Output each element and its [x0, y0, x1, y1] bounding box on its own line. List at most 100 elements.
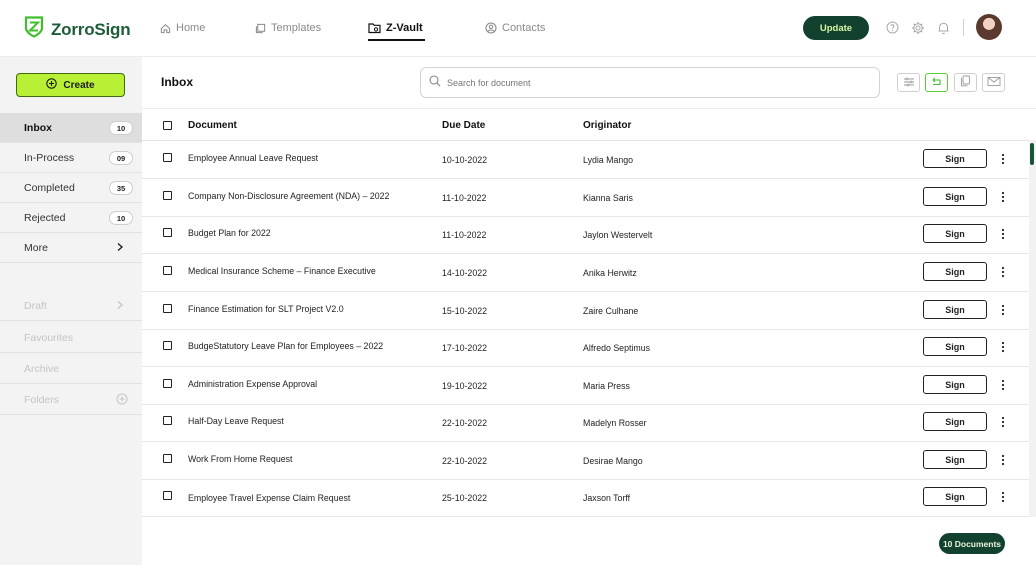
column-due-date[interactable]: Due Date: [442, 120, 485, 131]
table-row[interactable]: Half-Day Leave Request 22-10-2022 Madely…: [142, 404, 1030, 442]
table-row[interactable]: Finance Estimation for SLT Project V2.0 …: [142, 292, 1030, 330]
chevron-right-icon: [116, 242, 124, 255]
sidebar-item-label: Favourites: [24, 331, 74, 344]
sign-button[interactable]: Sign: [923, 412, 987, 431]
originator: Lydia Mango: [583, 155, 634, 165]
sign-button[interactable]: Sign: [923, 224, 987, 243]
nav-zvault[interactable]: Z-Vault: [368, 0, 425, 56]
table-row[interactable]: Company Non-Disclosure Agreement (NDA) –…: [142, 179, 1030, 217]
kebab-icon[interactable]: [999, 265, 1007, 279]
search-input[interactable]: [447, 77, 867, 88]
sidebar-item-label: Rejected: [24, 211, 66, 224]
sidebar-item-label: Archive: [24, 362, 60, 375]
document-name[interactable]: Work From Home Request: [188, 454, 292, 464]
due-date: 19-10-2022: [442, 381, 487, 391]
document-count-badge: 10 Documents: [939, 533, 1005, 554]
nav-zvault-label: Z-Vault: [386, 22, 423, 34]
kebab-icon[interactable]: [999, 453, 1007, 467]
row-checkbox[interactable]: [163, 454, 172, 463]
sidebar-item-draft[interactable]: Draft: [0, 291, 142, 321]
kebab-icon[interactable]: [999, 415, 1007, 429]
refresh-button[interactable]: [925, 73, 948, 92]
table-row[interactable]: Employee Travel Expense Claim Request 25…: [142, 479, 1030, 517]
scrollbar-track[interactable]: [1029, 140, 1036, 517]
sidebar-item-folders[interactable]: Folders: [0, 385, 142, 415]
row-checkbox[interactable]: [163, 341, 172, 350]
help-icon[interactable]: [886, 21, 900, 35]
kebab-icon[interactable]: [999, 152, 1007, 166]
sign-button[interactable]: Sign: [923, 450, 987, 469]
kebab-icon[interactable]: [999, 340, 1007, 354]
sign-button[interactable]: Sign: [923, 375, 987, 394]
kebab-icon[interactable]: [999, 190, 1007, 204]
kebab-icon[interactable]: [999, 378, 1007, 392]
sidebar-item-archive[interactable]: Archive: [0, 354, 142, 384]
table-row[interactable]: Employee Annual Leave Request 10-10-2022…: [142, 141, 1030, 179]
row-checkbox[interactable]: [163, 304, 172, 313]
kebab-icon[interactable]: [999, 490, 1007, 504]
sidebar-item-in-process[interactable]: In-Process 09: [0, 143, 142, 173]
kebab-icon[interactable]: [999, 227, 1007, 241]
row-checkbox[interactable]: [163, 266, 172, 275]
originator: Maria Press: [583, 381, 630, 391]
table-row[interactable]: Medical Insurance Scheme – Finance Execu…: [142, 254, 1030, 292]
scrollbar-thumb[interactable]: [1030, 143, 1034, 165]
document-name[interactable]: BudgeStatutory Leave Plan for Employees …: [188, 341, 383, 351]
gear-icon[interactable]: [911, 21, 925, 35]
row-checkbox[interactable]: [163, 491, 172, 500]
row-checkbox[interactable]: [163, 191, 172, 200]
sidebar-item-completed[interactable]: Completed 35: [0, 173, 142, 203]
table-row[interactable]: Administration Expense Approval 19-10-20…: [142, 367, 1030, 405]
sidebar-item-label: In-Process: [24, 151, 75, 164]
sign-button[interactable]: Sign: [923, 487, 987, 506]
logo[interactable]: ZorroSign: [24, 16, 131, 43]
document-name[interactable]: Employee Travel Expense Claim Request: [188, 493, 350, 503]
update-button[interactable]: Update: [803, 16, 869, 40]
column-document[interactable]: Document: [188, 120, 237, 131]
select-all-checkbox[interactable]: [163, 121, 172, 130]
copy-button[interactable]: [954, 73, 977, 92]
mail-button[interactable]: [982, 73, 1005, 92]
row-checkbox[interactable]: [163, 228, 172, 237]
count-badge: 35: [109, 181, 133, 195]
table-row[interactable]: Budget Plan for 2022 11-10-2022 Jaylon W…: [142, 216, 1030, 254]
document-name[interactable]: Finance Estimation for SLT Project V2.0: [188, 304, 344, 314]
page-title: Inbox: [161, 75, 193, 89]
create-label: Create: [63, 79, 95, 91]
sidebar-item-favourites[interactable]: Favourites: [0, 323, 142, 353]
nav-contacts[interactable]: Contacts: [485, 0, 545, 56]
sidebar-item-rejected[interactable]: Rejected 10: [0, 203, 142, 233]
add-folder-icon[interactable]: [116, 393, 128, 408]
sidebar-item-inbox[interactable]: Inbox 10: [0, 113, 142, 143]
row-checkbox[interactable]: [163, 153, 172, 162]
due-date: 10-10-2022: [442, 155, 487, 165]
document-name[interactable]: Medical Insurance Scheme – Finance Execu…: [188, 266, 376, 276]
sign-button[interactable]: Sign: [923, 149, 987, 168]
document-name[interactable]: Half-Day Leave Request: [188, 416, 284, 426]
originator: Alfredo Septimus: [583, 343, 650, 353]
sign-button[interactable]: Sign: [923, 262, 987, 281]
nav-home[interactable]: Home: [160, 0, 205, 56]
column-originator[interactable]: Originator: [583, 120, 631, 131]
originator: Madelyn Rosser: [583, 418, 647, 428]
table-row[interactable]: BudgeStatutory Leave Plan for Employees …: [142, 329, 1030, 367]
document-name[interactable]: Company Non-Disclosure Agreement (NDA) –…: [188, 191, 389, 201]
avatar[interactable]: [976, 14, 1002, 40]
search-box[interactable]: [420, 67, 880, 98]
nav-templates[interactable]: Templates: [255, 0, 321, 56]
document-name[interactable]: Budget Plan for 2022: [188, 228, 271, 238]
row-checkbox[interactable]: [163, 379, 172, 388]
bell-icon[interactable]: [937, 21, 951, 35]
create-button[interactable]: Create: [16, 73, 125, 97]
document-name[interactable]: Administration Expense Approval: [188, 379, 317, 389]
sign-button[interactable]: Sign: [923, 187, 987, 206]
row-checkbox[interactable]: [163, 416, 172, 425]
sign-button[interactable]: Sign: [923, 337, 987, 356]
sidebar-item-more[interactable]: More: [0, 233, 142, 263]
sign-button[interactable]: Sign: [923, 300, 987, 319]
table-header: Document Due Date Originator: [142, 110, 1036, 141]
kebab-icon[interactable]: [999, 303, 1007, 317]
filter-button[interactable]: [897, 73, 920, 92]
table-row[interactable]: Work From Home Request 22-10-2022 Desira…: [142, 442, 1030, 480]
document-name[interactable]: Employee Annual Leave Request: [188, 153, 318, 163]
